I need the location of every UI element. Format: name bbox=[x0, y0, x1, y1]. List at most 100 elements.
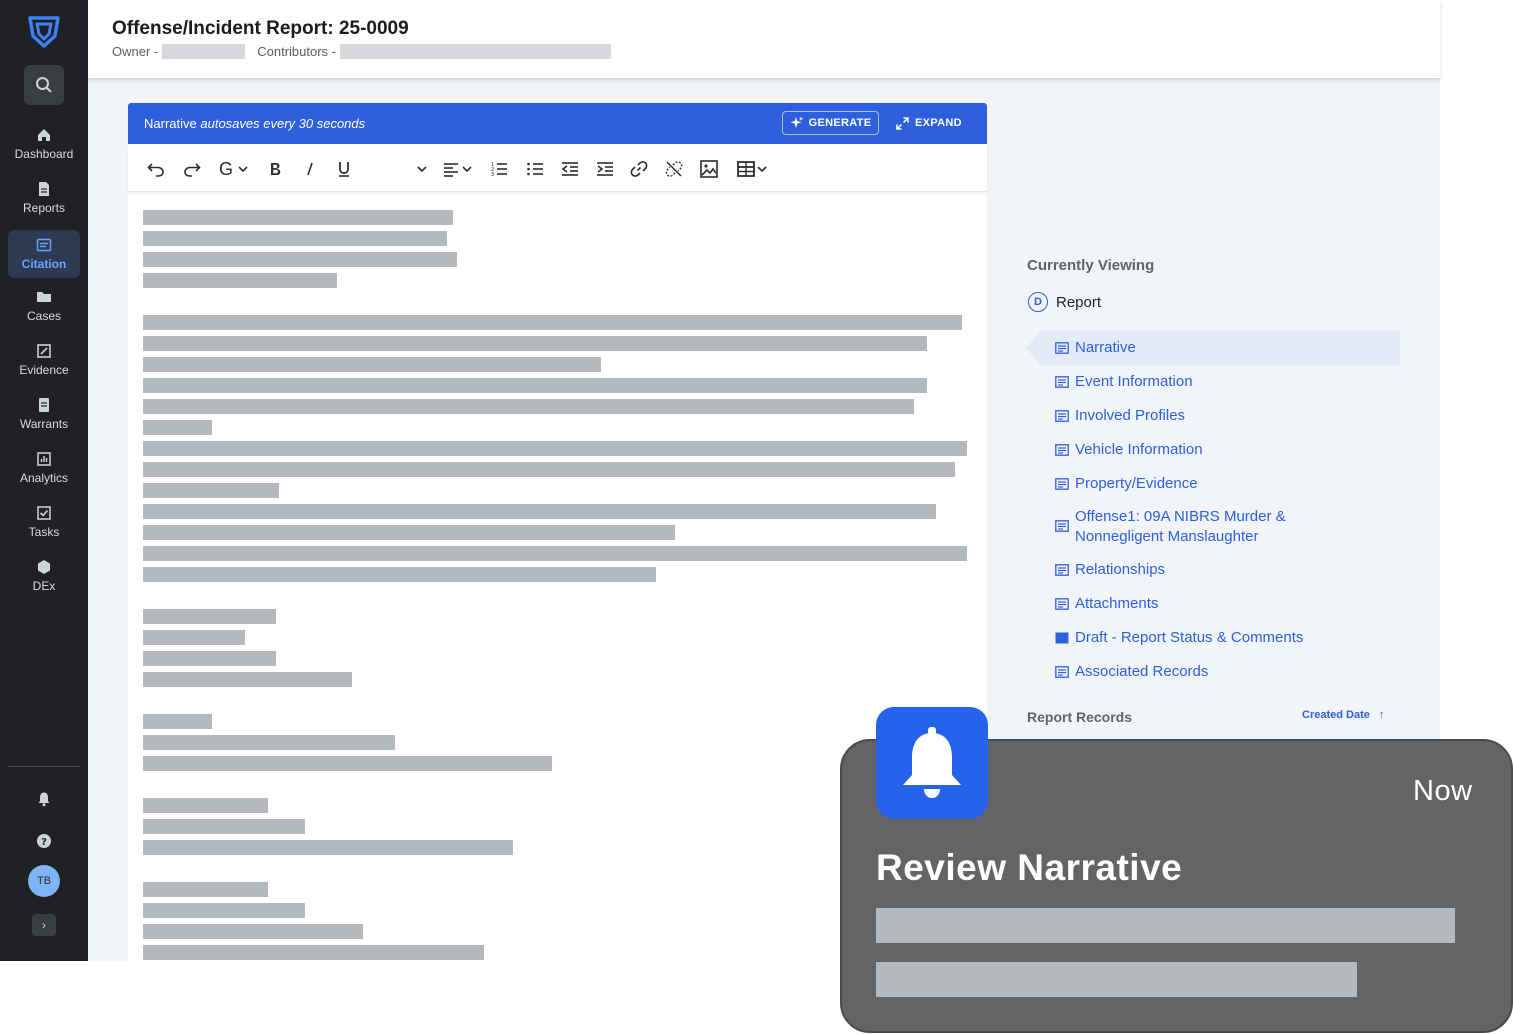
redacted-line bbox=[143, 840, 513, 855]
insert-image-button[interactable] bbox=[698, 158, 720, 180]
remove-link-button[interactable] bbox=[663, 158, 685, 180]
sidebar-item-dashboard[interactable]: Dashboard bbox=[8, 120, 80, 168]
draft-badge: D bbox=[1028, 292, 1048, 312]
svg-text:?: ? bbox=[41, 837, 47, 848]
redacted-line bbox=[143, 903, 305, 918]
redacted-line bbox=[143, 252, 457, 267]
section-icon bbox=[1055, 410, 1069, 422]
section-label: Relationships bbox=[1075, 561, 1166, 578]
section-label: Event Information bbox=[1075, 373, 1193, 390]
section-link-property-evidence[interactable]: Property/Evidence bbox=[1055, 474, 1198, 494]
undo-button[interactable] bbox=[145, 158, 167, 180]
redacted-line bbox=[143, 819, 305, 834]
notification-body-redacted bbox=[876, 908, 1455, 943]
sidebar-item-label: Analytics bbox=[19, 471, 69, 485]
section-link-relationships[interactable]: Relationships bbox=[1055, 560, 1165, 580]
report-header: Offense/Incident Report: 25-0009 Owner -… bbox=[88, 0, 1440, 78]
section-label: Associated Records bbox=[1075, 663, 1209, 680]
report-label: Report bbox=[1056, 293, 1102, 311]
report-meta: Owner - Contributors - bbox=[112, 44, 611, 59]
contributors-redacted bbox=[339, 44, 611, 59]
help-button[interactable]: ? bbox=[34, 831, 54, 851]
section-link-involved-profiles[interactable]: Involved Profiles bbox=[1055, 406, 1185, 426]
expand-icon bbox=[896, 116, 909, 130]
unlink-icon bbox=[665, 161, 683, 177]
redacted-line bbox=[143, 273, 337, 288]
section-link-attachments[interactable]: Attachments bbox=[1055, 594, 1158, 614]
svg-text:3: 3 bbox=[491, 172, 494, 178]
search-button[interactable] bbox=[24, 65, 64, 105]
section-link-vehicle-information[interactable]: Vehicle Information bbox=[1055, 440, 1203, 460]
sidebar-item-dex[interactable]: DEx bbox=[8, 552, 80, 600]
section-icon bbox=[1055, 564, 1069, 576]
section-link-associated-records[interactable]: Associated Records bbox=[1055, 662, 1208, 682]
table-icon bbox=[737, 161, 755, 177]
editor-banner: Narrative autosaves every 30 seconds GEN… bbox=[128, 103, 987, 144]
undo-icon bbox=[147, 163, 164, 177]
generate-button[interactable]: GENERATE bbox=[782, 111, 879, 135]
insert-link-button[interactable] bbox=[628, 158, 650, 180]
redacted-line bbox=[143, 756, 552, 771]
created-date-sort[interactable]: Created Date ↑ bbox=[1302, 709, 1384, 721]
section-icon bbox=[1055, 478, 1069, 490]
citation-icon bbox=[36, 238, 52, 252]
sidebar-item-citation[interactable]: Citation bbox=[8, 230, 80, 278]
section-link-event-information[interactable]: Event Information bbox=[1055, 372, 1193, 392]
sidebar: Dashboard Reports Citation Cases Evidenc… bbox=[0, 0, 88, 961]
outdent-icon bbox=[561, 162, 578, 176]
hexagon-icon bbox=[38, 560, 50, 574]
page-title: Offense/Incident Report: 25-0009 bbox=[112, 18, 409, 39]
redo-icon bbox=[184, 163, 201, 177]
underline-button[interactable] bbox=[333, 158, 355, 180]
section-label: Narrative bbox=[1075, 339, 1136, 356]
text-style-dropdown[interactable] bbox=[414, 158, 430, 180]
sidebar-item-warrants[interactable]: Warrants bbox=[8, 390, 80, 438]
chevron-down-icon bbox=[417, 166, 427, 173]
italic-button[interactable] bbox=[299, 158, 321, 180]
bold-button[interactable] bbox=[264, 158, 286, 180]
bullet-list-button[interactable] bbox=[524, 158, 546, 180]
numbered-list-icon: 123 bbox=[491, 162, 507, 178]
font-select[interactable]: G bbox=[216, 158, 252, 180]
redo-button[interactable] bbox=[181, 158, 203, 180]
app-root: Dashboard Reports Citation Cases Evidenc… bbox=[0, 0, 1513, 1034]
section-label: Vehicle Information bbox=[1075, 441, 1203, 458]
expand-label: EXPAND bbox=[915, 117, 962, 129]
sidebar-item-evidence[interactable]: Evidence bbox=[8, 336, 80, 384]
section-label: Involved Profiles bbox=[1075, 407, 1186, 424]
redacted-line bbox=[143, 735, 395, 750]
sidebar-item-reports[interactable]: Reports bbox=[8, 174, 80, 222]
sidebar-item-label: DEx bbox=[32, 579, 56, 593]
search-icon bbox=[36, 77, 52, 93]
insert-table-dropdown[interactable] bbox=[732, 158, 772, 180]
report-root-item[interactable]: D Report bbox=[1028, 292, 1101, 312]
numbered-list-button[interactable]: 123 bbox=[488, 158, 510, 180]
redacted-line bbox=[143, 945, 484, 960]
section-link-draft-status[interactable]: Draft - Report Status & Comments bbox=[1055, 628, 1303, 648]
outdent-button[interactable] bbox=[559, 158, 581, 180]
avatar[interactable]: TB bbox=[28, 865, 60, 897]
redacted-line bbox=[143, 798, 268, 813]
indent-button[interactable] bbox=[594, 158, 616, 180]
section-label: Attachments bbox=[1075, 595, 1159, 612]
sidebar-item-tasks[interactable]: Tasks bbox=[8, 498, 80, 546]
shield-logo-icon[interactable] bbox=[24, 12, 64, 52]
redacted-line bbox=[143, 357, 601, 372]
redacted-line bbox=[143, 483, 279, 498]
sort-arrow-icon: ↑ bbox=[1378, 709, 1385, 721]
sidebar-item-cases[interactable]: Cases bbox=[8, 282, 80, 330]
notification-time: Now bbox=[1413, 775, 1473, 807]
section-link-narrative[interactable]: Narrative bbox=[1055, 338, 1136, 358]
expand-button[interactable]: EXPAND bbox=[896, 111, 966, 135]
expand-sidebar-button[interactable]: › bbox=[32, 914, 56, 936]
redacted-line bbox=[143, 672, 352, 687]
editor-toolbar: G 123 bbox=[128, 144, 987, 192]
align-dropdown[interactable] bbox=[438, 158, 476, 180]
section-icon bbox=[1055, 598, 1069, 610]
sidebar-item-analytics[interactable]: Analytics bbox=[8, 444, 80, 492]
notification-body-redacted bbox=[876, 962, 1357, 997]
notifications-button[interactable] bbox=[34, 789, 54, 809]
redacted-line bbox=[143, 504, 936, 519]
section-link-offense1[interactable]: Offense1: 09A NIBRS Murder & Nonnegligen… bbox=[1055, 507, 1355, 547]
redacted-line bbox=[143, 336, 927, 351]
